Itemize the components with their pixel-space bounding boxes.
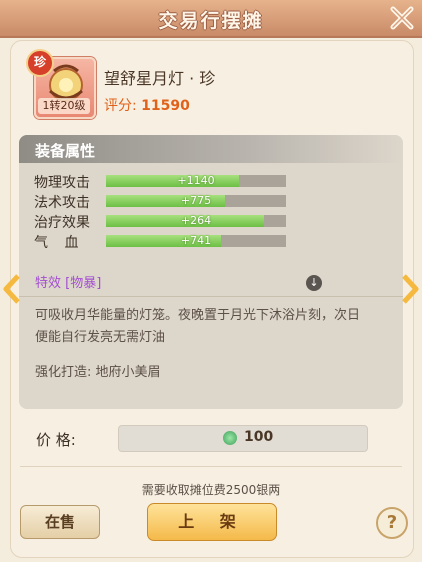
stat-bar: +775 [106, 194, 286, 207]
stat-bar: +264 [106, 214, 286, 227]
price-input[interactable]: 100 [118, 425, 368, 452]
level-badge: 1转20级 [38, 98, 90, 114]
item-description: 可吸收月华能量的灯笼。夜晚置于月光下沐浴片刻，次日便能自行发亮无需灯油 [35, 308, 361, 345]
next-arrow-icon[interactable] [401, 274, 419, 304]
window-title: 交易行摆摊 [158, 10, 264, 32]
previous-arrow-icon[interactable] [3, 274, 21, 304]
divider [19, 296, 403, 297]
list-item-button[interactable]: 上 架 [147, 503, 277, 541]
stat-value: +741 [180, 234, 212, 247]
score-label: 评分: [104, 98, 137, 114]
stat-bar: +741 [106, 234, 286, 247]
score-value: 11590 [141, 98, 190, 114]
on-sale-button[interactable]: 在售 [20, 505, 100, 539]
price-label: 价 格: [36, 431, 76, 449]
title-bar: 交易行摆摊 [0, 0, 422, 38]
forge-info: 强化打造: 地府小美眉 [35, 365, 161, 380]
help-icon[interactable]: ? [376, 507, 408, 539]
attributes-header: 装备属性 [19, 135, 403, 163]
close-icon[interactable] [388, 4, 416, 32]
rarity-badge: 珍 [26, 49, 54, 77]
attributes-title: 装备属性 [35, 142, 96, 160]
item-name: 望舒星月灯 · 珍 [104, 69, 216, 88]
stat-bar: +1140 [106, 174, 286, 187]
currency-icon [223, 431, 237, 445]
price-value: 100 [244, 429, 274, 445]
stat-label: 气 血 [34, 235, 85, 251]
stat-value: +1140 [177, 174, 215, 187]
stat-label: 治疗效果 [34, 215, 90, 231]
stall-window: 交易行摆摊 珍 1转20级 望舒星月灯 · 珍 评分: 11590 装备属性 物… [0, 0, 422, 562]
stat-label: 法术攻击 [34, 195, 90, 211]
stat-value: +775 [180, 194, 212, 207]
stat-value: +264 [180, 214, 212, 227]
stat-label: 物理攻击 [34, 175, 90, 191]
special-effect[interactable]: 特效 [物暴] [35, 272, 101, 291]
stall-fee-text: 需要收取摊位费2500银两 [141, 483, 281, 497]
divider [20, 466, 402, 467]
score-row: 评分: 11590 [104, 95, 190, 115]
arrow-down-icon[interactable]: ↓ [306, 275, 322, 291]
